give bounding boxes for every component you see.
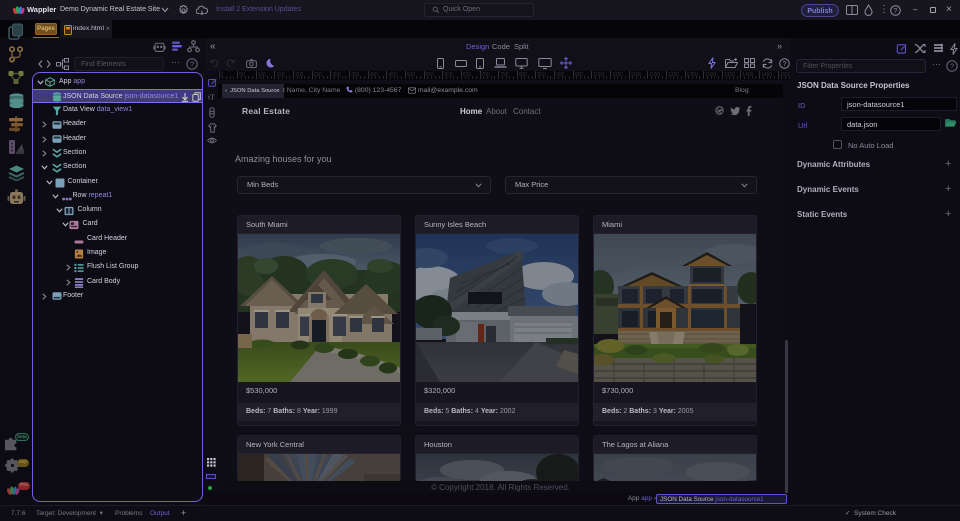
- svg-text:?: ?: [950, 62, 954, 71]
- svg-text:?: ?: [190, 60, 194, 69]
- svg-text:?: ?: [893, 8, 897, 15]
- svg-text:?: ?: [782, 60, 786, 67]
- svg-text:tT: tT: [208, 92, 215, 101]
